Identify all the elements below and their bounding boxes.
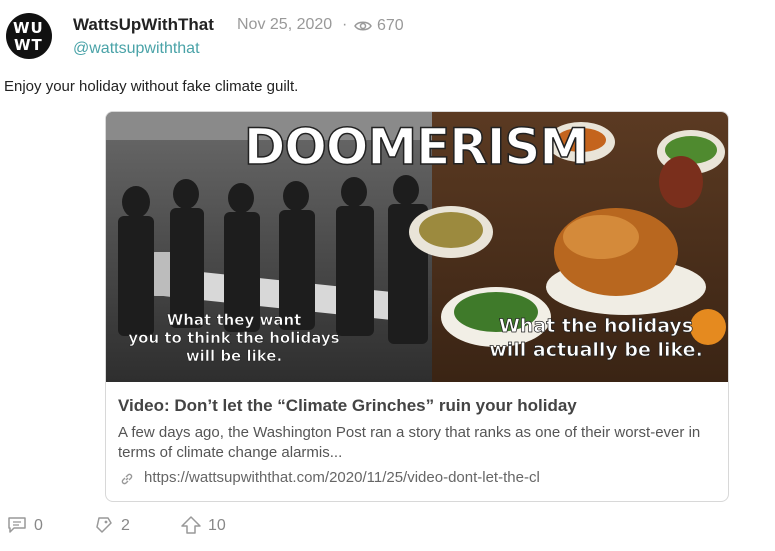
post-body: Enjoy your holiday without fake climate … (4, 78, 299, 95)
separator-dot: · (342, 16, 348, 33)
comment-count: 0 (34, 517, 43, 534)
link-card-description: A few days ago, the Washington Post ran … (118, 424, 701, 461)
repost-count: 2 (121, 517, 130, 534)
post-date[interactable]: Nov 25, 2020 (237, 16, 332, 34)
avatar[interactable]: WU WT (6, 13, 52, 59)
link-icon (121, 473, 133, 485)
upvote-count: 10 (208, 517, 226, 534)
image-headline: DOOMERISM (244, 118, 588, 176)
view-count: 670 (377, 17, 404, 34)
avatar-line-1: WU (13, 19, 44, 37)
right-caption-line-1: What the holidays (499, 315, 693, 337)
eye-icon (354, 21, 372, 31)
author-name[interactable]: WattsUpWithThat (73, 15, 214, 35)
left-caption-line-2: you to think the holidays (128, 329, 339, 347)
upvote-icon (181, 516, 201, 534)
link-preview-card[interactable]: DOOMERISM What they want you to think th… (105, 111, 729, 502)
link-card-title[interactable]: Video: Don’t let the “Climate Grinches” … (118, 396, 577, 416)
repost-icon (96, 517, 112, 533)
left-caption-line-3: will be like. (186, 347, 282, 365)
preview-image[interactable]: DOOMERISM What they want you to think th… (106, 112, 728, 382)
comment-icon (8, 517, 26, 533)
right-caption-line-2: will actually be like. (489, 339, 703, 361)
left-caption-line-1: What they want (167, 311, 302, 329)
link-card-url[interactable]: https://wattsupwiththat.com/2020/11/25/v… (144, 469, 540, 486)
author-handle[interactable]: @wattsupwiththat (73, 40, 200, 58)
avatar-line-2: WT (14, 36, 43, 54)
